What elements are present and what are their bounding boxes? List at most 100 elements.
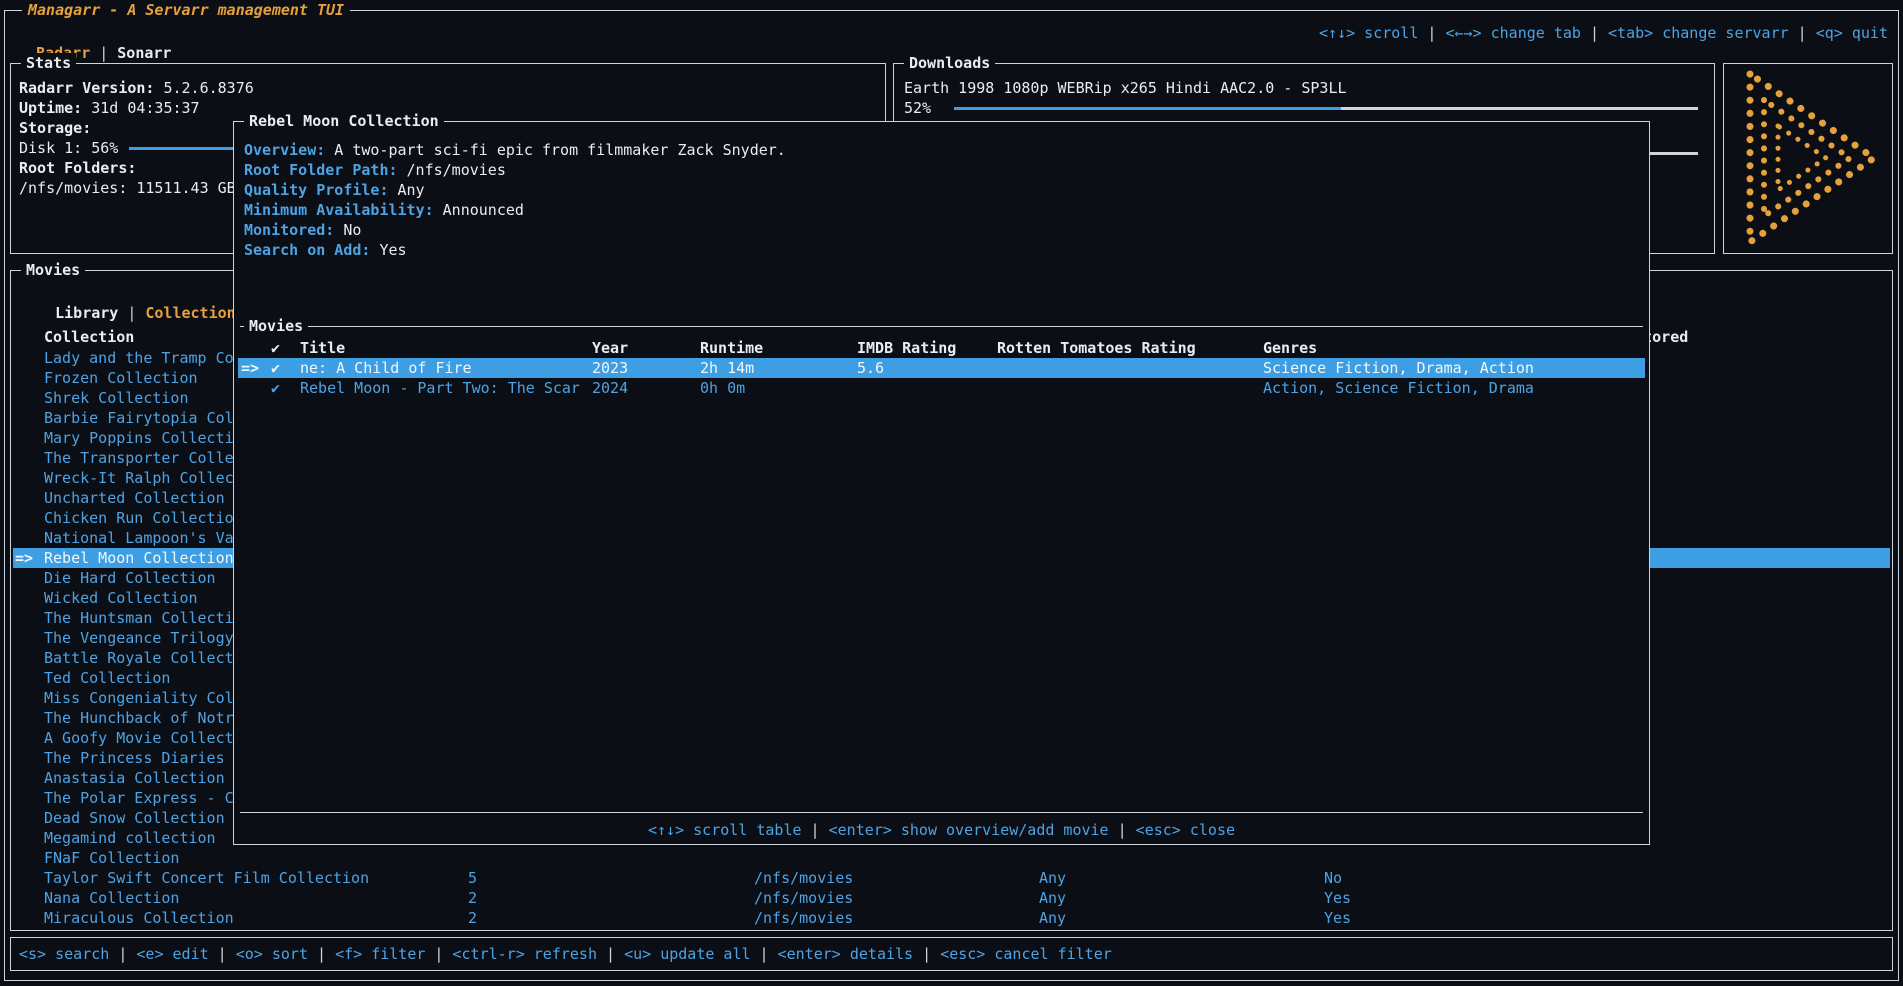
collection-name: The Hunchback of Notr [44, 708, 234, 728]
collection-cell: 2 [468, 888, 477, 908]
movie-cell-title: ne: A Child of Fire [300, 358, 472, 378]
collection-name: Barbie Fairytopia Col [44, 408, 234, 428]
tab-separator: | [118, 304, 145, 322]
keybind-separator: | [597, 945, 624, 963]
collection-details-modal: Rebel Moon Collection Overview:A two-par… [233, 121, 1650, 845]
keybind-separator: | [1418, 24, 1445, 42]
movies-table-column-header: Year [592, 338, 628, 358]
modal-field-label: Minimum Availability: [244, 201, 434, 219]
movie-cell-year: 2023 [592, 358, 628, 378]
collection-cell: Any [1039, 868, 1066, 888]
collection-cell: /nfs/movies [754, 888, 853, 908]
root-folder-size: 11511.43 GB [136, 179, 235, 197]
root-folder-path: /nfs/movies: [19, 179, 127, 197]
movie-cell-title: Rebel Moon - Part Two: The Scar [300, 378, 580, 398]
modal-field-label: Quality Profile: [244, 181, 389, 199]
collection-name: Frozen Collection [44, 368, 198, 388]
collection-cell: Yes [1324, 908, 1351, 928]
movie-row[interactable]: ✔Rebel Moon - Part Two: The Scar20240h 0… [238, 378, 1645, 398]
storage-label: Storage: [19, 118, 91, 138]
modal-field-label: Overview: [244, 141, 325, 159]
global-keybinds: <↑↓> scroll | <←→> change tab | <tab> ch… [1319, 23, 1888, 43]
keybind-separator: | [209, 945, 236, 963]
servarr-tabs: Radarr|Sonarr [18, 23, 171, 43]
movie-cell-genres: Science Fiction, Drama, Action [1263, 358, 1534, 378]
collection-name: Wicked Collection [44, 588, 198, 608]
collection-cell: Yes [1324, 888, 1351, 908]
modal-field-value: Announced [443, 201, 524, 219]
modal-field: Quality Profile: Any [244, 180, 425, 200]
keybind-hint: <tab> change servarr [1608, 24, 1789, 42]
collection-name: Mary Poppins Collecti [44, 428, 234, 448]
disk-percent: 56% [91, 139, 118, 157]
collection-name: Nana Collection [44, 888, 179, 908]
root-folder: /nfs/movies: 11511.43 GB [19, 178, 236, 198]
modal-title: Rebel Moon Collection [244, 111, 444, 131]
collection-list-item[interactable]: Taylor Swift Concert Film Collection5/nf… [13, 868, 1890, 888]
collection-list-item[interactable]: Nana Collection 2/nfs/movies Any Yes [13, 888, 1890, 908]
radarr-version-value: 5.2.6.8376 [163, 79, 253, 97]
keybind-hint: <u> update all [624, 945, 750, 963]
collection-cell: Any [1039, 888, 1066, 908]
collection-list-item[interactable]: Miraculous Collection2/nfs/moviesAnyYes [13, 908, 1890, 928]
stats-panel-title: Stats [21, 53, 76, 73]
modal-keybinds: <↑↓> scroll table | <enter> show overvie… [234, 820, 1649, 840]
movies-table-column-header: Runtime [700, 338, 763, 358]
movie-cell-check: ✔ [271, 358, 280, 378]
keybind-hint: <↑↓> scroll [1319, 24, 1418, 42]
download-progress-gauge [954, 107, 1698, 110]
modal-field: Overview:A two-part sci-fi epic from fil… [244, 140, 786, 160]
collection-name: Anastasia Collection [44, 768, 225, 788]
collection-name: Die Hard Collection [44, 568, 216, 588]
tab-sonarr[interactable]: Sonarr [117, 44, 171, 62]
keybind-hint: <enter> show overview/add movie [829, 821, 1109, 839]
keybind-hint: <ctrl-r> refresh [453, 945, 598, 963]
keybind-hint: <←→> change tab [1445, 24, 1580, 42]
modal-field-value: Yes [379, 241, 406, 259]
collection-name: Dead Snow Collection [44, 808, 225, 828]
keybind-hint: <esc> cancel filter [940, 945, 1112, 963]
keybind-separator: | [802, 821, 829, 839]
tab-separator: | [90, 44, 117, 62]
modal-field-label: Root Folder Path: [244, 161, 398, 179]
collection-name: Miss Congeniality Col [44, 688, 234, 708]
modal-table-top-border [240, 326, 1643, 327]
collection-name: National Lampoon's Va [44, 528, 234, 548]
help-keybinds: <s> search | <e> edit | <o> sort | <f> f… [19, 944, 1112, 964]
movie-cell-runtime: 0h 0m [700, 378, 745, 398]
downloads-panel-title: Downloads [904, 53, 995, 73]
movie-cell-check: ✔ [271, 378, 280, 398]
collection-column-header: Collection [44, 327, 134, 347]
keybind-hint: <o> sort [236, 945, 308, 963]
tab-library[interactable]: Library [55, 304, 118, 322]
movie-cell-genres: Action, Science Fiction, Drama [1263, 378, 1534, 398]
collection-name: A Goofy Movie Collect [44, 728, 234, 748]
modal-field: Search on Add:Yes [244, 240, 407, 260]
managarr-logo [1724, 64, 1892, 253]
collection-name: Chicken Run Collectio [44, 508, 234, 528]
keybind-hint: <esc> close [1136, 821, 1235, 839]
movies-table-column-header: ✔ [271, 338, 280, 358]
movies-table-column-header: IMDB Rating [857, 338, 956, 358]
keybind-hint: <f> filter [335, 945, 425, 963]
collection-cell: No [1324, 868, 1342, 888]
movies-tabs: Library|Collections [19, 283, 245, 303]
tab-collections[interactable]: Collections [145, 304, 244, 322]
radarr-version-label: Radarr Version: [19, 79, 154, 97]
keybind-hint: <enter> details [778, 945, 913, 963]
keybind-separator: | [913, 945, 940, 963]
radarr-version: Radarr Version: 5.2.6.8376 [19, 78, 254, 98]
modal-field: Monitored:No [244, 220, 361, 240]
collection-name: Ted Collection [44, 668, 170, 688]
keybind-separator: | [751, 945, 778, 963]
collection-cell: /nfs/movies [754, 908, 853, 928]
movie-row[interactable]: =>✔ne: A Child of Fire20232h 14m5.6Scien… [238, 358, 1645, 378]
disk-label: Disk 1: [19, 139, 82, 157]
collection-list-item[interactable]: FNaF Collection [13, 848, 1890, 868]
keybind-hint: <s> search [19, 945, 109, 963]
keybind-hint: <e> edit [136, 945, 208, 963]
modal-table-bottom-border [240, 812, 1643, 813]
keybind-separator: | [109, 945, 136, 963]
modal-field: Root Folder Path:/nfs/movies [244, 160, 506, 180]
modal-field-value: Any [398, 181, 425, 199]
